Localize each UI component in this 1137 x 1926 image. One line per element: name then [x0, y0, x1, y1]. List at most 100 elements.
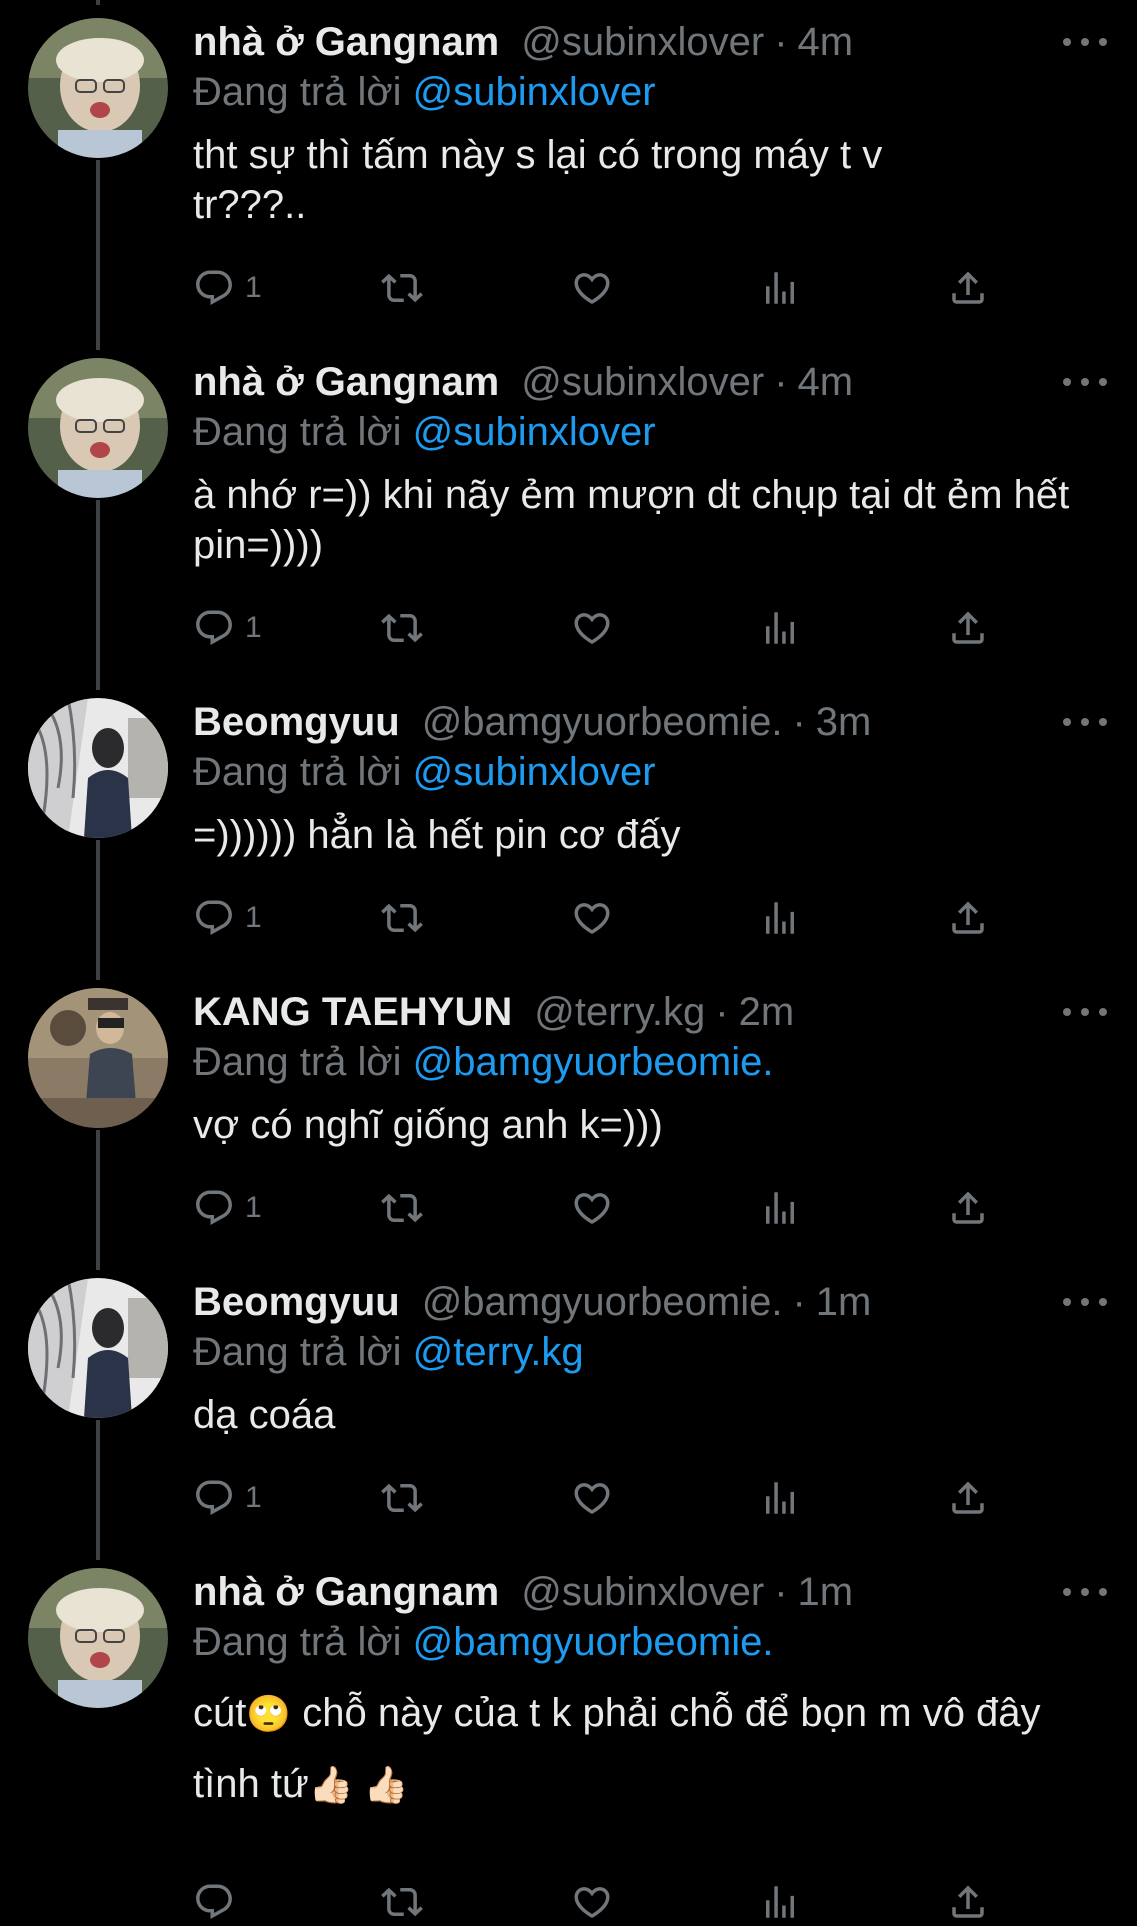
- views-button[interactable]: [759, 894, 801, 942]
- more-icon[interactable]: [1063, 1282, 1107, 1322]
- tweet-header: nhà ở Gangnam @subinxlover · 4m: [193, 18, 1107, 66]
- display-name[interactable]: nhà ở Gangnam: [193, 360, 499, 405]
- views-button[interactable]: [759, 1184, 801, 1232]
- more-icon[interactable]: [1063, 702, 1107, 742]
- reply-icon: [193, 267, 235, 309]
- timestamp[interactable]: 4m: [798, 20, 854, 65]
- timestamp[interactable]: 1m: [798, 1570, 854, 1615]
- user-handle[interactable]: @terry.kg: [534, 990, 705, 1035]
- tweet-text: vợ có nghĩ giống anh k=))): [193, 1103, 663, 1147]
- replying-mention[interactable]: @bamgyuorbeomie.: [413, 1620, 774, 1664]
- timestamp[interactable]: 1m: [816, 1280, 872, 1325]
- retweet-button[interactable]: [381, 1878, 423, 1926]
- more-icon[interactable]: [1063, 1572, 1107, 1612]
- separator-dot: ·: [792, 1279, 806, 1324]
- display-name[interactable]: KANG TAEHYUN: [193, 990, 512, 1035]
- more-icon[interactable]: [1063, 992, 1107, 1032]
- tweet[interactable]: Beomgyuu @bamgyuorbeomie. · 1m Đang trả …: [0, 1260, 1137, 1550]
- timestamp[interactable]: 2m: [739, 990, 795, 1035]
- tweet-text: à nhớ r=)) khi nãy ẻm mượn dt chụp tại d…: [193, 473, 1070, 567]
- tweet[interactable]: nhà ở Gangnam @subinxlover · 1m Đang trả…: [0, 1550, 1137, 1920]
- share-button[interactable]: [947, 1878, 989, 1926]
- user-handle[interactable]: @subinxlover: [521, 20, 764, 65]
- share-button[interactable]: [947, 264, 989, 312]
- display-name[interactable]: nhà ở Gangnam: [193, 1570, 499, 1615]
- tweet[interactable]: Beomgyuu @bamgyuorbeomie. · 3m Đang trả …: [0, 680, 1137, 970]
- retweet-button[interactable]: [381, 894, 423, 942]
- share-icon: [947, 1477, 989, 1519]
- separator-dot: ·: [792, 699, 806, 744]
- views-icon: [759, 267, 801, 309]
- heart-icon: [571, 1477, 613, 1519]
- tweet-content: KANG TAEHYUN @terry.kg · 2m Đang trả lời…: [193, 988, 1107, 1150]
- share-button[interactable]: [947, 1184, 989, 1232]
- display-name[interactable]: Beomgyuu: [193, 1280, 400, 1325]
- reply-button[interactable]: [193, 1878, 245, 1926]
- avatar[interactable]: [28, 988, 168, 1128]
- timestamp[interactable]: 4m: [798, 360, 854, 405]
- retweet-button[interactable]: [381, 604, 423, 652]
- reply-icon: [193, 1881, 235, 1923]
- views-button[interactable]: [759, 264, 801, 312]
- retweet-button[interactable]: [381, 1184, 423, 1232]
- reply-button[interactable]: 1: [193, 264, 262, 312]
- user-handle[interactable]: @bamgyuorbeomie.: [422, 1280, 783, 1325]
- share-icon: [947, 1187, 989, 1229]
- share-button[interactable]: [947, 894, 989, 942]
- retweet-button[interactable]: [381, 1474, 423, 1522]
- reply-button[interactable]: 1: [193, 1184, 262, 1232]
- tweet[interactable]: nhà ở Gangnam @subinxlover · 4m Đang trả…: [0, 340, 1137, 680]
- heart-icon: [571, 267, 613, 309]
- avatar-photo-icon: [28, 698, 168, 838]
- avatar[interactable]: [28, 358, 168, 498]
- reply-count: 1: [245, 901, 262, 934]
- reply-button[interactable]: 1: [193, 894, 262, 942]
- replying-to: Đang trả lời @bamgyuorbeomie.: [193, 1616, 1107, 1668]
- avatar[interactable]: [28, 698, 168, 838]
- replying-to: Đang trả lời @subinxlover: [193, 66, 1107, 118]
- replying-label: Đang trả lời: [193, 1040, 402, 1084]
- display-name[interactable]: nhà ở Gangnam: [193, 20, 499, 65]
- replying-mention[interactable]: @terry.kg: [413, 1330, 584, 1374]
- like-button[interactable]: [571, 1878, 613, 1926]
- share-button[interactable]: [947, 1474, 989, 1522]
- like-button[interactable]: [571, 1474, 613, 1522]
- replying-mention[interactable]: @bamgyuorbeomie.: [413, 1040, 774, 1084]
- like-button[interactable]: [571, 894, 613, 942]
- tweet-content: nhà ở Gangnam @subinxlover · 4m Đang trả…: [193, 358, 1107, 570]
- action-bar: 1: [193, 604, 1003, 652]
- like-button[interactable]: [571, 1184, 613, 1232]
- avatar[interactable]: [28, 1568, 168, 1708]
- more-icon[interactable]: [1063, 362, 1107, 402]
- views-icon: [759, 897, 801, 939]
- display-name[interactable]: Beomgyuu: [193, 700, 400, 745]
- reply-count: 1: [245, 1481, 262, 1514]
- action-bar: [193, 1878, 1003, 1926]
- more-icon[interactable]: [1063, 22, 1107, 62]
- tweet[interactable]: nhà ở Gangnam @subinxlover · 4m Đang trả…: [0, 0, 1137, 340]
- avatar[interactable]: [28, 1278, 168, 1418]
- separator-dot: ·: [774, 359, 788, 404]
- share-button[interactable]: [947, 604, 989, 652]
- user-handle[interactable]: @subinxlover: [521, 360, 764, 405]
- user-handle[interactable]: @bamgyuorbeomie.: [422, 700, 783, 745]
- tweet[interactable]: KANG TAEHYUN @terry.kg · 2m Đang trả lời…: [0, 970, 1137, 1260]
- like-button[interactable]: [571, 264, 613, 312]
- timestamp[interactable]: 3m: [816, 700, 872, 745]
- like-button[interactable]: [571, 604, 613, 652]
- reply-button[interactable]: 1: [193, 604, 262, 652]
- avatar[interactable]: [28, 18, 168, 158]
- reply-button[interactable]: 1: [193, 1474, 262, 1522]
- tweet-header: KANG TAEHYUN @terry.kg · 2m: [193, 988, 1107, 1036]
- replying-mention[interactable]: @subinxlover: [413, 70, 656, 114]
- views-button[interactable]: [759, 1878, 801, 1926]
- share-icon: [947, 1881, 989, 1923]
- views-button[interactable]: [759, 604, 801, 652]
- replying-mention[interactable]: @subinxlover: [413, 750, 656, 794]
- user-handle[interactable]: @subinxlover: [521, 1570, 764, 1615]
- replying-label: Đang trả lời: [193, 70, 402, 114]
- views-button[interactable]: [759, 1474, 801, 1522]
- tweet-header: nhà ở Gangnam @subinxlover · 1m: [193, 1568, 1107, 1616]
- retweet-button[interactable]: [381, 264, 423, 312]
- replying-mention[interactable]: @subinxlover: [413, 410, 656, 454]
